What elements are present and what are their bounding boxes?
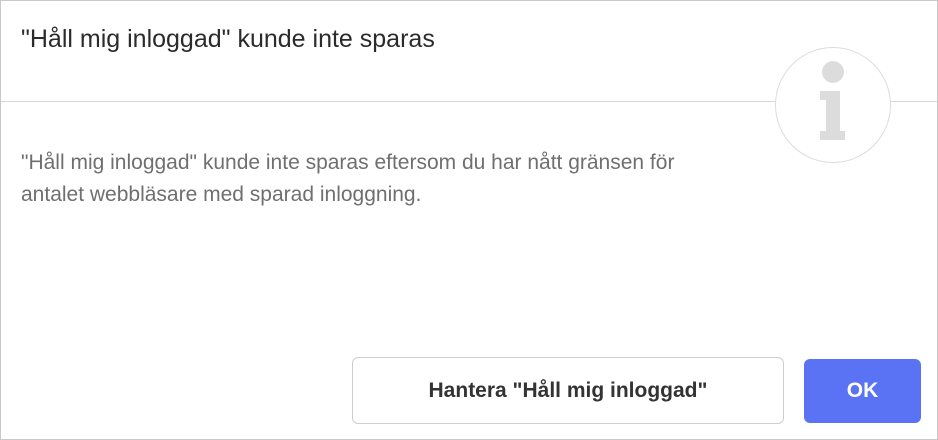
login-dialog: "Håll mig inloggad" kunde inte sparas "H… bbox=[0, 0, 938, 440]
dialog-message: "Håll mig inloggad" kunde inte sparas ef… bbox=[21, 151, 675, 206]
info-icon bbox=[775, 47, 891, 163]
dialog-title: "Håll mig inloggad" kunde inte sparas bbox=[21, 25, 435, 53]
manage-stay-logged-in-button[interactable]: Hantera "Håll mig inloggad" bbox=[352, 357, 784, 424]
ok-button[interactable]: OK bbox=[804, 359, 921, 423]
